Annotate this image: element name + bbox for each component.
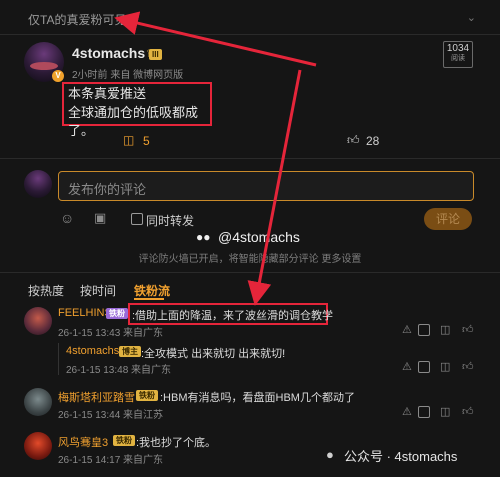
fan-badge: 铁粉: [113, 435, 135, 446]
emoji-icon[interactable]: ☺: [60, 210, 74, 226]
comment-avatar[interactable]: [24, 388, 52, 416]
wechat-icon: ●: [326, 447, 334, 462]
comment-time: 26-1-15 13:43 来自广东: [58, 328, 164, 339]
level-badge: III: [149, 49, 162, 60]
reply-text: :全攻模式 出来就切 出来就切!: [141, 348, 286, 360]
tab-fans[interactable]: 铁粉流: [134, 282, 170, 299]
comment-icon[interactable]: ◫: [440, 405, 450, 418]
visibility-bar: 仅TA的真爱粉可见 ⌄: [0, 0, 500, 34]
reply-time: 26-1-15 13:48 来自广东: [66, 365, 172, 376]
post-text-line1: 本条真爱推送: [68, 86, 147, 101]
comment-author[interactable]: 梅斯塔利亚踏雪: [58, 389, 135, 405]
fan-badge: 铁粉: [136, 390, 158, 401]
repost-label: 同时转发: [146, 214, 195, 228]
comment-avatar[interactable]: [24, 432, 52, 460]
comment-input[interactable]: 发布你的评论: [58, 171, 474, 201]
comment-input-placeholder: 发布你的评论: [68, 182, 147, 197]
tab-hot[interactable]: 按热度: [28, 282, 64, 299]
verified-icon: V: [52, 70, 64, 82]
share-icon[interactable]: [418, 324, 430, 336]
report-icon[interactable]: ⚠: [402, 323, 412, 336]
center-watermark: @4stomachs: [218, 229, 300, 245]
comment-author[interactable]: 风鸟骞皇3: [58, 434, 108, 450]
comment-count[interactable]: 5: [143, 134, 150, 148]
comment-icon[interactable]: ◫: [123, 133, 134, 147]
report-icon[interactable]: ⚠: [402, 405, 412, 418]
like-icon[interactable]: 👍︎: [462, 405, 474, 418]
post-text-highlight: 本条真爱推送 全球通加仓的低吸都成了。: [62, 82, 212, 138]
divider: [0, 272, 500, 273]
views-label: 阅读: [451, 55, 465, 62]
visibility-label: 仅TA的真爱粉可见: [28, 13, 127, 27]
fan-badge: 铁粉: [106, 308, 128, 319]
comment-avatar[interactable]: [24, 307, 52, 335]
reply-author[interactable]: 4stomachs: [66, 345, 119, 357]
comment-time: 26-1-15 13:44 来自江苏: [58, 410, 164, 421]
report-icon[interactable]: ⚠: [402, 360, 412, 373]
divider: [0, 158, 500, 159]
firewall-notice[interactable]: 评论防火墙已开启，将智能隐藏部分评论 更多设置: [0, 250, 500, 265]
like-icon[interactable]: 👍︎: [462, 360, 474, 373]
comment-author[interactable]: FEELHINS: [58, 307, 112, 319]
like-icon[interactable]: 👍︎: [347, 133, 360, 148]
comment-time: 26-1-15 14:17 来自广东: [58, 455, 164, 466]
post-text-line2: 全球通加仓的低吸都成了。: [68, 105, 199, 138]
tab-time[interactable]: 按时间: [80, 282, 116, 299]
views-counter: 1034 阅读: [443, 41, 473, 68]
footer-watermark: 公众号 · 4stomachs: [344, 449, 458, 464]
share-icon[interactable]: [418, 406, 430, 418]
post-meta: 2小时前 来自 微博网页版: [72, 70, 184, 81]
comment-icon[interactable]: ◫: [440, 360, 450, 373]
like-count[interactable]: 28: [366, 134, 379, 148]
author-badge: 博主: [119, 346, 141, 357]
like-icon[interactable]: 👍︎: [462, 323, 474, 336]
comment-text: :我也抄了个底。: [136, 437, 217, 449]
tab-indicator: [134, 298, 164, 300]
post-author[interactable]: 4stomachs: [72, 45, 145, 61]
wechat-icon: ●●: [196, 230, 211, 244]
divider: [0, 34, 500, 35]
comment-text: :HBM有消息吗，看盘面HBM几个都动了: [160, 392, 355, 404]
reply-line: [58, 343, 59, 375]
share-icon[interactable]: [418, 361, 430, 373]
image-icon[interactable]: ▣: [94, 210, 106, 226]
submit-comment-button[interactable]: 评论: [424, 208, 472, 230]
repost-checkbox[interactable]: [131, 213, 143, 225]
composer-avatar: [24, 170, 52, 198]
comment-text: :借助上面的降温，来了波丝滑的调仓教学: [132, 310, 334, 322]
chevron-down-icon[interactable]: ⌄: [467, 11, 476, 24]
comment-icon[interactable]: ◫: [440, 323, 450, 336]
